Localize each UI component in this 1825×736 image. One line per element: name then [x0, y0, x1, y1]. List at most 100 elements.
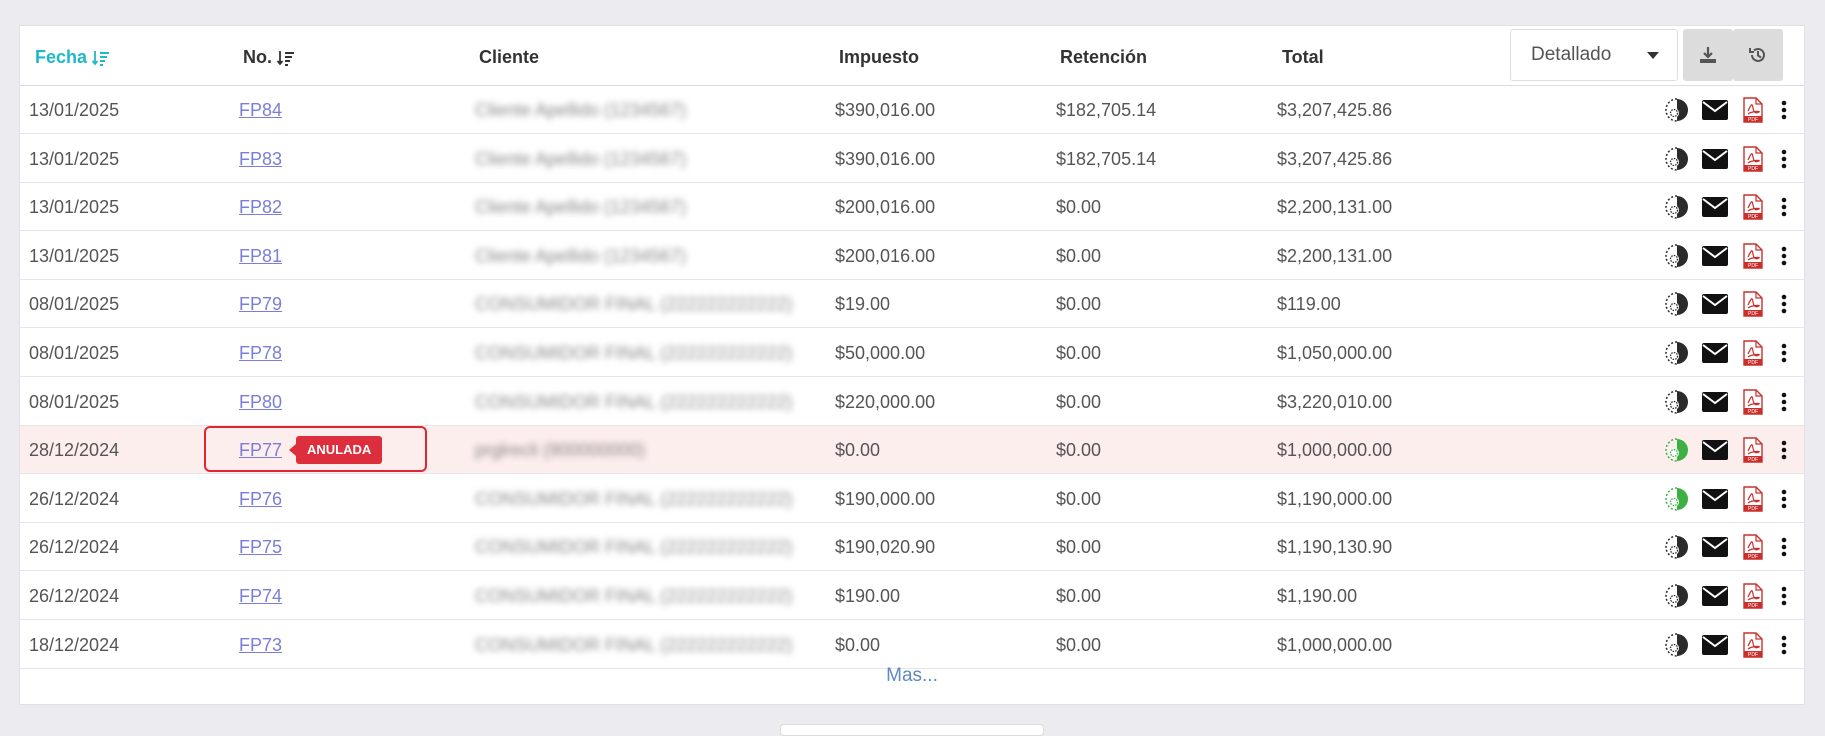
cell-total: $1,190.00	[1277, 586, 1358, 606]
pdf-button[interactable]: PDF	[1734, 183, 1772, 231]
header-no-label: No.	[243, 47, 272, 67]
invoice-link[interactable]: FP80	[239, 392, 282, 412]
more-vertical-icon	[1781, 246, 1787, 266]
cell-impuesto: $190.00	[835, 586, 901, 606]
pdf-icon: PDF	[1743, 145, 1763, 172]
invoice-link[interactable]: FP82	[239, 197, 282, 217]
email-button[interactable]	[1696, 329, 1734, 377]
email-button[interactable]	[1696, 378, 1734, 426]
table-row: 13/01/2025 FP84 Cliente Apellido (123456…	[20, 86, 1804, 134]
svg-text:PDF: PDF	[1748, 117, 1758, 123]
email-button[interactable]	[1696, 183, 1734, 231]
download-icon	[1700, 47, 1716, 63]
status-button[interactable]	[1658, 329, 1696, 377]
status-button[interactable]	[1658, 378, 1696, 426]
pdf-button[interactable]: PDF	[1734, 475, 1772, 523]
invoice-link[interactable]: FP78	[239, 343, 282, 363]
svg-text:PDF: PDF	[1748, 554, 1758, 560]
dian-status-icon	[1665, 244, 1688, 268]
header-fecha[interactable]: Fecha	[35, 47, 110, 68]
cell-cliente: CONSUMIDOR FINAL (222222222222)	[475, 488, 793, 509]
more-options-button[interactable]	[1772, 280, 1796, 328]
pdf-button[interactable]: PDF	[1734, 280, 1772, 328]
more-options-button[interactable]	[1772, 523, 1796, 571]
row-actions: PDF	[1658, 426, 1796, 474]
more-options-button[interactable]	[1772, 232, 1796, 280]
status-button[interactable]	[1658, 426, 1696, 474]
more-options-button[interactable]	[1772, 183, 1796, 231]
svg-text:PDF: PDF	[1748, 603, 1758, 609]
email-button[interactable]	[1696, 426, 1734, 474]
more-options-button[interactable]	[1772, 135, 1796, 183]
more-vertical-icon	[1781, 295, 1787, 314]
pdf-button[interactable]: PDF	[1734, 523, 1772, 571]
dian-status-icon	[1665, 584, 1688, 608]
download-button[interactable]	[1683, 29, 1733, 81]
table-row: 26/12/2024 FP75 CONSUMIDOR FINAL (222222…	[20, 523, 1804, 572]
status-button[interactable]	[1658, 86, 1696, 134]
pdf-button[interactable]: PDF	[1734, 426, 1772, 474]
table-row: 08/01/2025 FP80 CONSUMIDOR FINAL (222222…	[20, 378, 1804, 426]
status-button[interactable]	[1658, 475, 1696, 523]
email-button[interactable]	[1696, 475, 1734, 523]
invoice-link[interactable]: FP81	[239, 246, 282, 266]
cell-no: FP81	[239, 232, 282, 280]
invoice-link[interactable]: FP75	[239, 537, 282, 557]
invoice-link[interactable]: FP84	[239, 100, 282, 120]
email-button[interactable]	[1696, 232, 1734, 280]
history-button[interactable]	[1733, 29, 1783, 81]
pdf-button[interactable]: PDF	[1734, 232, 1772, 280]
cell-cliente: Cliente Apellido (1234567)	[475, 100, 687, 120]
invoice-link[interactable]: FP83	[239, 149, 282, 169]
status-button[interactable]	[1658, 523, 1696, 571]
more-options-button[interactable]	[1772, 329, 1796, 377]
header-no[interactable]: No.	[243, 47, 295, 68]
status-button[interactable]	[1658, 183, 1696, 231]
cell-total: $119.00	[1277, 294, 1341, 315]
cell-total: $1,190,130.90	[1277, 537, 1393, 558]
cell-total: $1,000,000.00	[1277, 440, 1393, 461]
more-options-button[interactable]	[1772, 572, 1796, 620]
status-button[interactable]	[1658, 135, 1696, 183]
cell-no: FP78	[239, 329, 282, 377]
email-button[interactable]	[1696, 86, 1734, 134]
email-icon	[1702, 245, 1728, 266]
more-options-button[interactable]	[1772, 378, 1796, 426]
status-button[interactable]	[1658, 280, 1696, 328]
invoice-link[interactable]: FP79	[239, 294, 282, 314]
invoice-link[interactable]: FP74	[239, 586, 282, 606]
status-button[interactable]	[1658, 232, 1696, 280]
invoice-link[interactable]: FP76	[239, 489, 282, 509]
view-mode-select[interactable]: Detallado	[1510, 29, 1678, 81]
email-icon	[1702, 197, 1728, 218]
cell-total: $2,200,131.00	[1277, 197, 1393, 218]
email-button[interactable]	[1696, 280, 1734, 328]
header-total: Total	[1282, 47, 1324, 67]
cell-fecha: 13/01/2025	[29, 148, 120, 169]
dian-status-icon	[1665, 98, 1688, 122]
email-icon	[1702, 440, 1728, 461]
more-options-button[interactable]	[1772, 426, 1796, 474]
svg-text:PDF: PDF	[1748, 506, 1758, 512]
status-button[interactable]	[1658, 572, 1696, 620]
pdf-button[interactable]: PDF	[1734, 378, 1772, 426]
svg-text:PDF: PDF	[1748, 166, 1758, 172]
header-impuesto: Impuesto	[839, 47, 920, 67]
more-vertical-icon	[1781, 197, 1787, 217]
pdf-button[interactable]: PDF	[1734, 572, 1772, 620]
pdf-button[interactable]: PDF	[1734, 329, 1772, 377]
dian-status-icon	[1665, 487, 1688, 511]
svg-text:PDF: PDF	[1748, 214, 1758, 220]
more-options-button[interactable]	[1772, 86, 1796, 134]
email-button[interactable]	[1696, 523, 1734, 571]
row-actions: PDF	[1658, 475, 1796, 523]
svg-text:PDF: PDF	[1748, 263, 1758, 269]
email-icon	[1702, 537, 1728, 558]
load-more-link[interactable]: Mas...	[20, 646, 1804, 706]
email-button[interactable]	[1696, 135, 1734, 183]
more-options-button[interactable]	[1772, 475, 1796, 523]
pdf-button[interactable]: PDF	[1734, 86, 1772, 134]
pdf-button[interactable]: PDF	[1734, 135, 1772, 183]
email-button[interactable]	[1696, 572, 1734, 620]
svg-text:PDF: PDF	[1748, 409, 1758, 415]
